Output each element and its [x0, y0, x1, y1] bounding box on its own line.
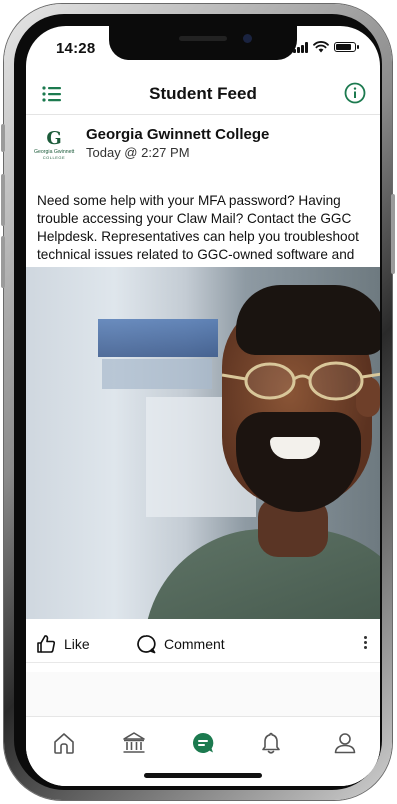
comment-button[interactable]: Comment [136, 634, 225, 654]
photo-hair [236, 285, 380, 355]
like-label: Like [64, 636, 90, 652]
thumbs-up-icon [37, 635, 56, 653]
battery-icon [334, 42, 359, 52]
post-header: G Georgia Gwinnett COLLEGE Georgia Gwinn… [26, 124, 380, 176]
notch [109, 26, 297, 60]
status-bar: 14:28 [26, 26, 380, 70]
post-timestamp: Today @ 2:27 PM [86, 145, 190, 160]
comment-bubble-icon [137, 635, 156, 654]
logo-letter: G [46, 128, 62, 149]
phone-frame: 14:28 Student Feed G Georgia Gwinnett CO… [1, 4, 395, 800]
wifi-icon [313, 41, 329, 53]
logo-line-2: COLLEGE [42, 155, 66, 160]
speaker [179, 36, 227, 41]
signal-icon [293, 41, 308, 53]
side-button [1, 174, 5, 226]
feed-spacer [26, 672, 380, 717]
app-header: Student Feed [26, 74, 380, 115]
bottom-navigation [26, 716, 380, 786]
post-author[interactable]: Georgia Gwinnett College [86, 126, 269, 143]
side-button [1, 236, 5, 288]
more-options-icon[interactable] [360, 634, 370, 654]
bell-icon[interactable] [257, 729, 285, 757]
photo-glasses [221, 361, 380, 401]
home-indicator [144, 773, 262, 778]
user-icon[interactable] [331, 729, 359, 757]
comment-label: Comment [164, 636, 225, 652]
photo-smile [270, 437, 320, 459]
status-icons [293, 41, 359, 53]
institution-icon[interactable] [120, 729, 148, 757]
front-camera [243, 34, 252, 43]
side-button [391, 194, 395, 274]
post-image[interactable] [26, 267, 380, 619]
page-title: Student Feed [149, 84, 257, 103]
screen: 14:28 Student Feed G Georgia Gwinnett CO… [26, 26, 380, 786]
side-button [1, 124, 5, 152]
photo-background-blind [98, 319, 218, 357]
like-button[interactable]: Like [36, 634, 90, 654]
post-actions: Like Comment [26, 626, 380, 663]
chat-icon[interactable] [189, 729, 217, 757]
status-time: 14:28 [56, 40, 96, 57]
photo-background-blind [102, 359, 212, 389]
info-circle-icon[interactable] [342, 80, 368, 106]
college-logo: G Georgia Gwinnett COLLEGE [34, 130, 74, 164]
home-icon[interactable] [50, 729, 78, 757]
